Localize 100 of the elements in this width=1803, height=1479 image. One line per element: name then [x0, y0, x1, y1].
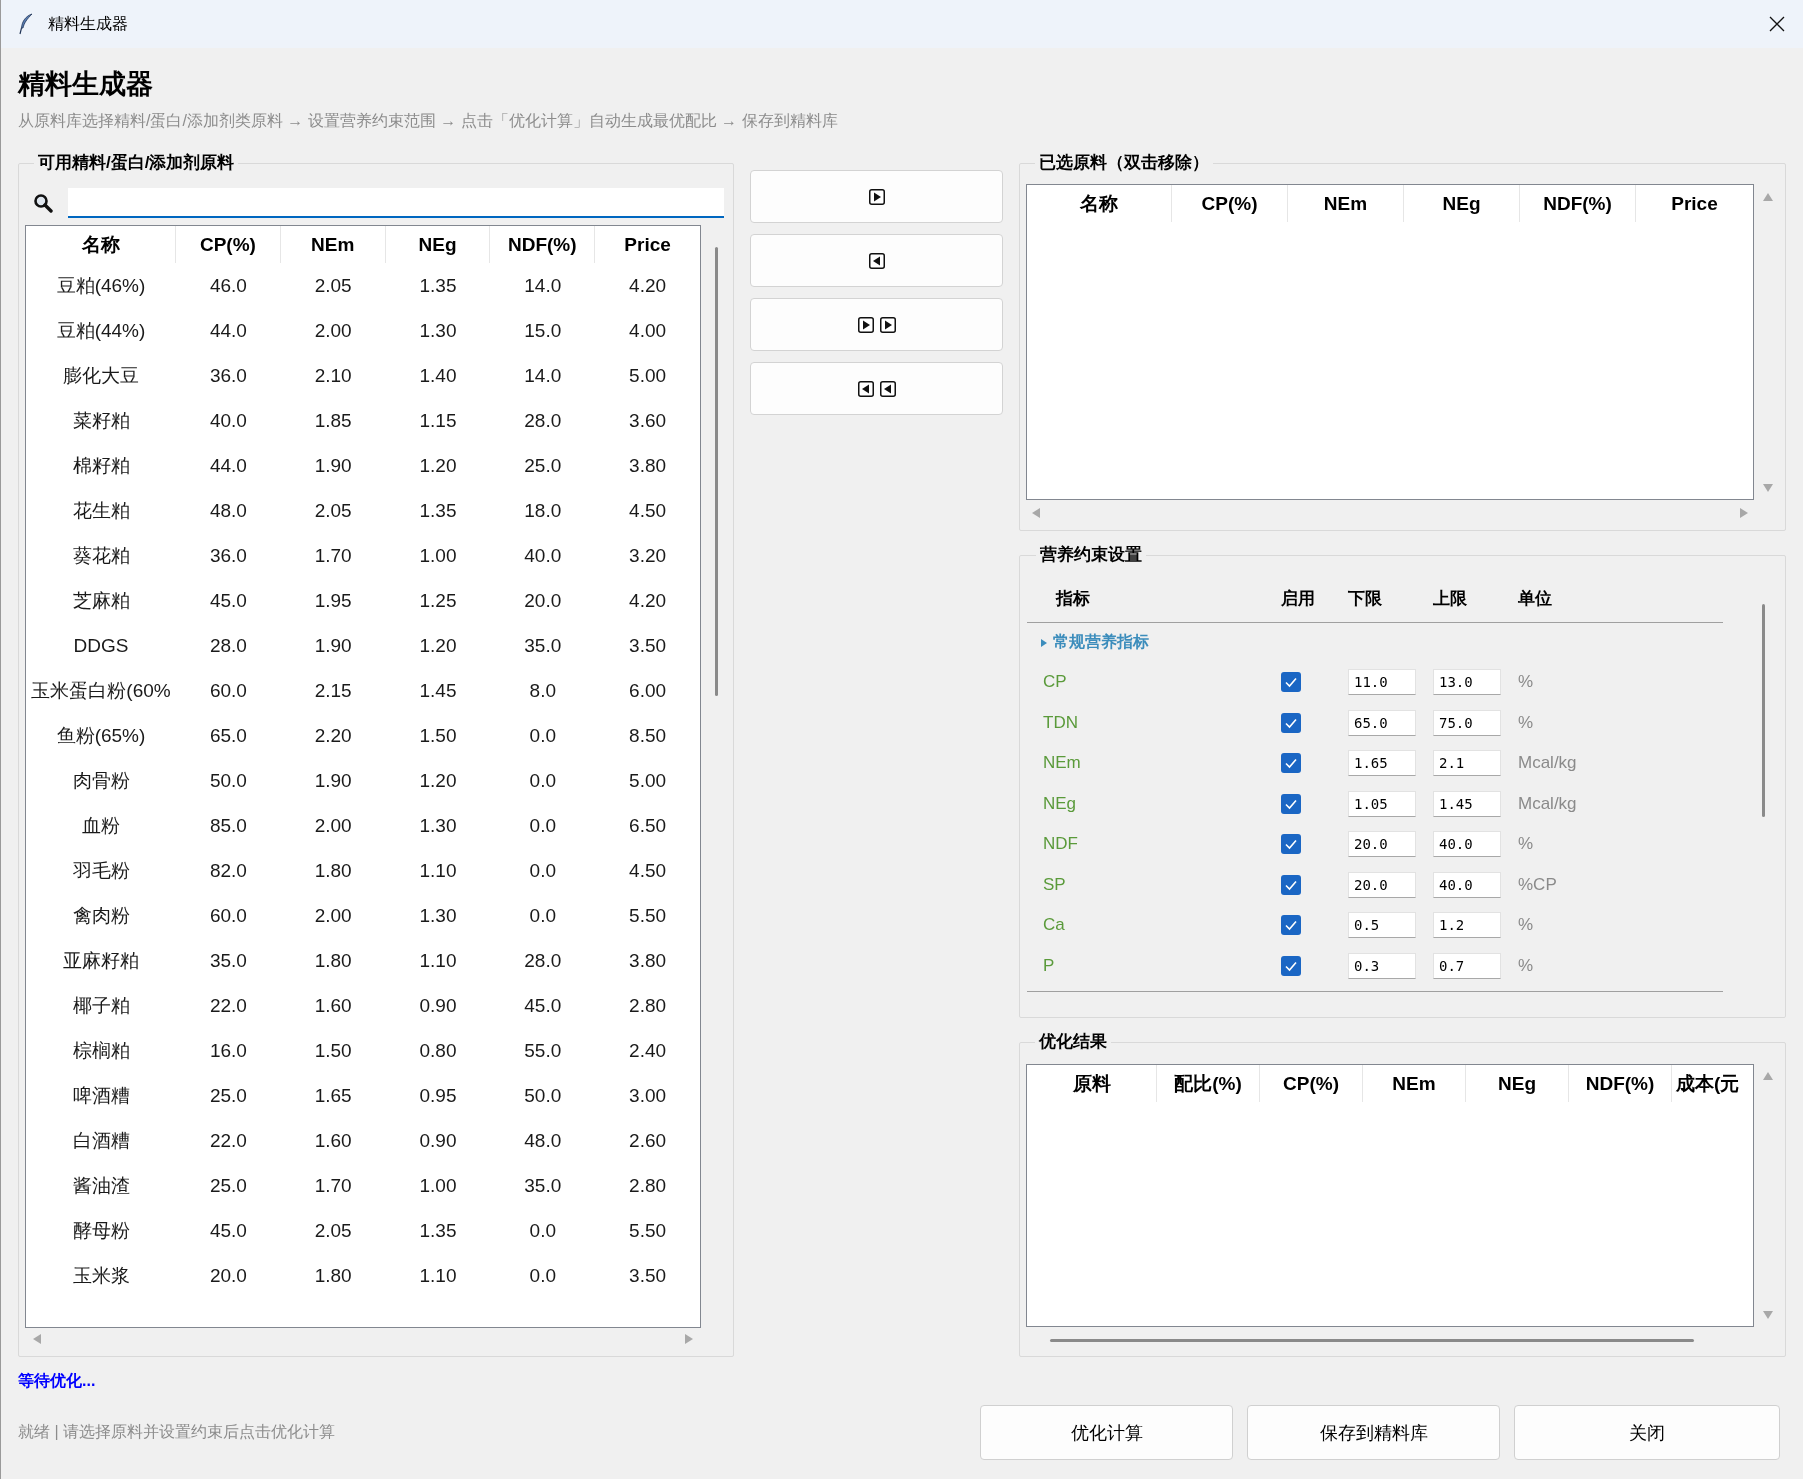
- nutrient-label: Ca: [1043, 915, 1065, 936]
- checkbox[interactable]: [1281, 753, 1301, 774]
- max-value-field[interactable]: 75.0: [1433, 709, 1501, 736]
- table-cell-text: 1.30: [418, 903, 458, 928]
- max-value-field[interactable]: 1.2: [1433, 912, 1501, 939]
- unit-label: Mcal/kg: [1518, 793, 1577, 814]
- scroll-right-icon[interactable]: [1740, 508, 1748, 518]
- scrollbar-thumb[interactable]: [1762, 604, 1765, 817]
- table-cell-text: 6.00: [628, 678, 668, 703]
- table-cell-text: 2.05: [313, 273, 353, 298]
- checkbox[interactable]: [1281, 712, 1301, 733]
- scrollbar-thumb[interactable]: [715, 247, 718, 696]
- table-cell-text: 1.70: [313, 1173, 353, 1198]
- min-value-field[interactable]: 65.0: [1348, 709, 1416, 736]
- move-all-right-button[interactable]: [750, 298, 1003, 351]
- min-value-field[interactable]: 0.3: [1348, 952, 1416, 979]
- page-title: 精料生成器: [18, 68, 154, 101]
- checkbox[interactable]: [1281, 874, 1301, 895]
- table-cell-text: 20.0: [208, 1263, 248, 1288]
- max-value-field[interactable]: 2.1: [1433, 750, 1501, 777]
- max-value-field[interactable]: 40.0: [1433, 831, 1501, 858]
- table-cell-text: 1.90: [313, 633, 353, 658]
- table-cell-text: 0.90: [418, 1128, 458, 1153]
- min-value-field[interactable]: 20.0: [1348, 831, 1416, 858]
- status-hint: 就绪 | 请选择原料并设置约束后点击优化计算: [18, 1422, 337, 1442]
- min-value-field[interactable]: 1.65: [1348, 750, 1416, 777]
- scroll-up-icon[interactable]: [1763, 193, 1773, 201]
- column-header: 名称: [1027, 185, 1172, 222]
- table-cell-text: 1.80: [313, 1263, 353, 1288]
- table-cell-text: 22.0: [208, 993, 248, 1018]
- table-cell-text: 0.0: [528, 1263, 557, 1288]
- table-cell-text: 25.0: [523, 453, 563, 478]
- search-field[interactable]: [68, 188, 724, 218]
- table-cell-text: 48.0: [208, 498, 248, 523]
- table-cell-text: 15.0: [523, 318, 563, 343]
- column-header: NDF(%): [1569, 1065, 1672, 1102]
- table-cell-text: 2.00: [313, 903, 353, 928]
- max-value-field[interactable]: 40.0: [1433, 871, 1501, 898]
- action-button[interactable]: 优化计算: [980, 1405, 1233, 1460]
- table-cell-text: 1.65: [313, 1083, 353, 1108]
- table-cell-text: 亚麻籽粕: [62, 948, 140, 973]
- checkbox[interactable]: [1281, 793, 1301, 814]
- panel-title: 优化结果: [1038, 1031, 1108, 1053]
- table-cell-text: 玉米浆: [71, 1263, 131, 1288]
- table-cell-text: 3.50: [628, 1263, 668, 1288]
- table-cell-text: 2.20: [313, 723, 353, 748]
- checkbox[interactable]: [1281, 915, 1301, 936]
- nutrient-label: TDN: [1043, 712, 1078, 733]
- column-header: 下限: [1348, 587, 1382, 610]
- scroll-down-icon[interactable]: [1763, 1311, 1773, 1319]
- table-cell-text: 1.25: [418, 588, 458, 613]
- table-cell-text: 1.50: [418, 723, 458, 748]
- action-button[interactable]: 关闭: [1514, 1405, 1780, 1460]
- scroll-down-icon[interactable]: [1763, 484, 1773, 492]
- table-cell-text: 1.85: [313, 408, 353, 433]
- caret-icon[interactable]: [1041, 638, 1047, 647]
- table-cell-text: 3.50: [628, 633, 668, 658]
- table-cell-text: 1.60: [313, 1128, 353, 1153]
- max-value-field[interactable]: 13.0: [1433, 669, 1501, 696]
- action-button[interactable]: 保存到精料库: [1247, 1405, 1500, 1460]
- checkbox[interactable]: [1281, 834, 1301, 855]
- column-header: 上限: [1433, 587, 1467, 610]
- scroll-up-icon[interactable]: [1763, 1072, 1773, 1080]
- checkbox[interactable]: [1281, 672, 1301, 693]
- scroll-right-icon[interactable]: [685, 1334, 693, 1344]
- table-cell-text: 45.0: [523, 993, 563, 1018]
- max-value-field[interactable]: 0.7: [1433, 952, 1501, 979]
- scroll-left-icon[interactable]: [1032, 508, 1040, 518]
- table-cell-text: 芝麻粕: [71, 588, 131, 613]
- window-title: 精料生成器: [48, 13, 128, 34]
- table-cell-text: 3.80: [628, 948, 668, 973]
- column-header: NEg: [1404, 185, 1520, 222]
- table-cell-text: 28.0: [523, 408, 563, 433]
- move-all-left-button[interactable]: [750, 362, 1003, 415]
- column-header: CP(%): [176, 226, 281, 263]
- table-cell-text: 0.0: [528, 723, 557, 748]
- table-cell-text: 1.90: [313, 453, 353, 478]
- min-value-field[interactable]: 20.0: [1348, 871, 1416, 898]
- close-icon: [1769, 16, 1785, 32]
- table-cell-text: 禽肉粉: [71, 903, 131, 928]
- table-cell-text: 2.60: [628, 1128, 668, 1153]
- checkbox[interactable]: [1281, 955, 1301, 976]
- max-value-field[interactable]: 1.45: [1433, 790, 1501, 817]
- nutrient-label: SP: [1043, 874, 1066, 895]
- nutrient-label: P: [1043, 955, 1055, 976]
- column-header: NEg: [385, 226, 491, 263]
- min-value-field[interactable]: 11.0: [1348, 669, 1416, 696]
- table-cell-text: 2.05: [313, 1218, 353, 1243]
- min-value-field[interactable]: 1.05: [1348, 790, 1416, 817]
- column-header: 配比(%): [1157, 1065, 1260, 1102]
- status-message: 等待优化...: [18, 1371, 97, 1391]
- table-cell-text: 4.50: [628, 498, 668, 523]
- column-header: NDF(%): [1520, 185, 1636, 222]
- table-cell-text: 1.60: [313, 993, 353, 1018]
- table-cell-text: 45.0: [208, 1218, 248, 1243]
- scroll-left-icon[interactable]: [33, 1334, 41, 1344]
- table-cell-text: 2.40: [628, 1038, 668, 1063]
- scrollbar-thumb[interactable]: [1050, 1338, 1694, 1342]
- min-value-field[interactable]: 0.5: [1348, 912, 1416, 939]
- table-cell-text: 2.00: [313, 813, 353, 838]
